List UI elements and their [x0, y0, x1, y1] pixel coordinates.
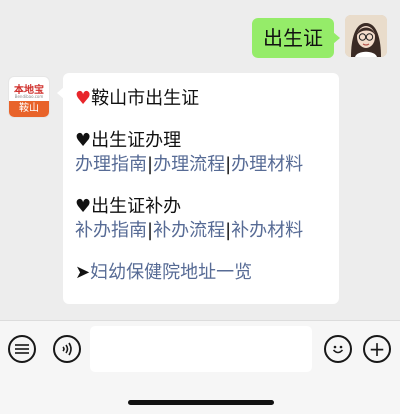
black-heart-icon: ♥ — [75, 196, 92, 217]
bot-avatar[interactable]: 本地宝 Bendibao.com 鞍山 — [8, 76, 50, 118]
bot-city-label: 鞍山 — [9, 101, 49, 117]
section2-links: 补办指南|补办流程|补办材料 — [75, 219, 327, 243]
link-reissue-process[interactable]: 补办流程 — [153, 220, 225, 241]
message-input[interactable] — [90, 326, 312, 372]
section2-heading: 出生证补办 — [91, 196, 182, 217]
emoji-icon[interactable] — [324, 335, 352, 363]
section1-heading-line: ♥出生证办理 — [75, 129, 327, 153]
incoming-message-bubble: ♥鞍山市出生证 ♥出生证办理 办理指南|办理流程|办理材料 ♥出生证补办 补办指… — [57, 73, 339, 304]
chat-area: 出生证 本地宝 Bendibao.com 鞍山 ♥鞍山市出生证 ♥出生证办理 办… — [0, 0, 400, 320]
plus-icon[interactable]: + — [363, 335, 391, 363]
link-hospital-addresses[interactable]: 妇幼保健院地址一览 — [90, 262, 252, 283]
reply-title: 鞍山市出生证 — [91, 88, 200, 109]
section1-heading: 出生证办理 — [91, 130, 182, 151]
bot-brand-subtitle: Bendibao.com — [14, 94, 44, 99]
user-avatar[interactable] — [345, 15, 387, 57]
outgoing-message-bubble[interactable]: 出生证 — [252, 18, 340, 58]
home-indicator — [128, 400, 274, 405]
section1-links: 办理指南|办理流程|办理材料 — [75, 153, 327, 177]
section2-heading-line: ♥出生证补办 — [75, 195, 327, 219]
reply-title-line: ♥鞍山市出生证 — [75, 87, 327, 111]
black-heart-icon: ♥ — [75, 130, 92, 151]
link-materials[interactable]: 办理材料 — [231, 154, 303, 175]
list-icon[interactable] — [8, 335, 36, 363]
arrow-icon: ➤ — [75, 262, 91, 283]
link-reissue-materials[interactable]: 补办材料 — [231, 220, 303, 241]
link-guide[interactable]: 办理指南 — [75, 154, 147, 175]
red-heart-icon: ♥ — [75, 88, 92, 109]
link-process[interactable]: 办理流程 — [153, 154, 225, 175]
link-reissue-guide[interactable]: 补办指南 — [75, 220, 147, 241]
footer-link-line: ➤妇幼保健院地址一览 — [75, 261, 327, 285]
voice-icon[interactable] — [53, 335, 81, 363]
